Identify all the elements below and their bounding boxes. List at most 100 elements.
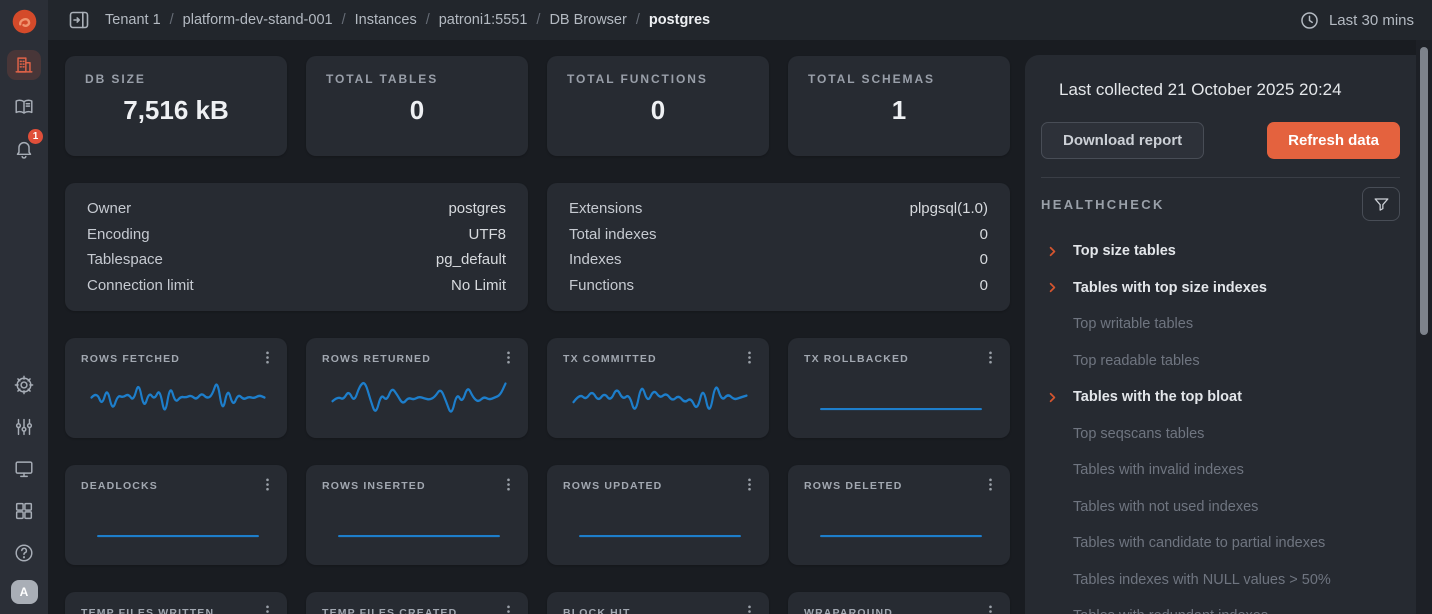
healthcheck-item[interactable]: Tables with top size indexes: [1041, 270, 1400, 307]
info-value: pg_default: [435, 251, 506, 269]
breadcrumb-item[interactable]: Tenant 1: [105, 12, 161, 28]
app-logo-icon[interactable]: [11, 8, 38, 35]
kebab-menu-icon[interactable]: [501, 604, 516, 614]
book-icon: [15, 99, 33, 114]
sidebar-item-help[interactable]: [7, 538, 41, 568]
chevron-right-icon: [1046, 391, 1060, 404]
metric-chart-title: ROWS UPDATED: [563, 480, 663, 492]
stat-card: TOTAL SCHEMAS 1: [788, 56, 1010, 156]
info-value: 0: [979, 276, 988, 294]
breadcrumb-item[interactable]: Instances: [355, 12, 417, 28]
time-range-selector[interactable]: Last 30 mins: [1299, 10, 1414, 31]
healthcheck-item-label: Tables with invalid indexes: [1073, 462, 1244, 479]
breadcrumb-separator: /: [536, 12, 541, 28]
monitor-icon: [15, 461, 33, 478]
user-avatar[interactable]: A: [10, 580, 38, 604]
kebab-menu-icon[interactable]: [742, 350, 757, 365]
kebab-menu-icon[interactable]: [501, 477, 516, 492]
breadcrumb-separator: /: [425, 12, 430, 28]
sliders-icon: [15, 418, 33, 436]
healthcheck-panel: Last collected 21 October 2025 20:24 Dow…: [1025, 55, 1416, 614]
breadcrumb-item[interactable]: platform-dev-stand-001: [183, 12, 333, 28]
metric-chart-card: ROWS INSERTED: [306, 465, 528, 565]
breadcrumb: Tenant 1 / platform-dev-stand-001 / Instance…: [105, 12, 710, 28]
dashboard-grid: DB SIZE 7,516 kB TOTAL TABLES 0 TOTAL FU…: [65, 56, 1010, 614]
info-value: plpgsql(1.0): [909, 200, 988, 217]
metric-chart-title: BLOCK HIT: [563, 607, 631, 614]
breadcrumb-item[interactable]: DB Browser: [549, 12, 626, 28]
metric-chart-card: WRAPAROUND: [788, 592, 1010, 614]
sparkline-chart: [81, 367, 275, 428]
metric-chart-card: TEMP FILES CREATED: [306, 592, 528, 614]
stat-value: 7,516 kB: [123, 95, 229, 125]
metric-chart-title: ROWS FETCHED: [81, 353, 181, 365]
info-row: Connection limit No Limit: [87, 277, 506, 294]
healthcheck-header: HEALTHCHECK: [1041, 187, 1400, 221]
breadcrumb-item[interactable]: patroni1:5551: [439, 12, 528, 28]
healthcheck-item[interactable]: Top seqscans tables: [1041, 416, 1400, 453]
metric-chart-card: ROWS DELETED: [788, 465, 1010, 565]
info-row: Extensions plpgsql(1.0): [569, 200, 988, 217]
sidebar-item-apps[interactable]: [7, 496, 41, 526]
info-label: Tablespace: [87, 251, 163, 269]
metric-chart-title: TX ROLLBACKED: [804, 353, 909, 365]
refresh-data-button[interactable]: Refresh data: [1267, 122, 1400, 159]
info-value: No Limit: [450, 276, 506, 294]
stat-value: 1: [891, 95, 907, 125]
healthcheck-item-label: Tables indexes with NULL values > 50%: [1073, 571, 1331, 588]
metric-chart-card: BLOCK HIT: [547, 592, 769, 614]
info-label: Connection limit: [87, 276, 194, 294]
sidebar-item-settings[interactable]: [7, 370, 41, 400]
stat-label: TOTAL SCHEMAS: [808, 72, 935, 86]
healthcheck-item[interactable]: Tables with redundant indexes: [1041, 598, 1400, 614]
sparkline-chart: [322, 494, 516, 555]
download-report-button[interactable]: Download report: [1041, 122, 1205, 159]
last-collected-text: Last collected 21 October 2025 20:24: [1059, 80, 1342, 99]
gear-icon: [14, 375, 34, 395]
sidebar-item-infrastructure[interactable]: [7, 50, 41, 80]
kebab-menu-icon[interactable]: [260, 604, 275, 614]
sidebar-item-docs[interactable]: [7, 92, 41, 122]
chevron-right-icon: [1046, 281, 1060, 294]
app-root: 1 A Tenant 1 / platform-dev-stand-001 / …: [0, 0, 1432, 614]
db-info-card: Extensions plpgsql(1.0) Total indexes 0 Inde…: [547, 183, 1010, 311]
healthcheck-item[interactable]: Tables with not used indexes: [1041, 489, 1400, 526]
kebab-menu-icon[interactable]: [501, 350, 516, 365]
filter-icon: [1374, 197, 1388, 211]
page-scrollbar[interactable]: [1416, 40, 1432, 614]
healthcheck-item[interactable]: Tables with the top bloat: [1041, 379, 1400, 416]
kebab-menu-icon[interactable]: [742, 604, 757, 614]
healthcheck-item[interactable]: Tables indexes with NULL values > 50%: [1041, 562, 1400, 599]
healthcheck-item-label: Top size tables: [1073, 243, 1176, 260]
healthcheck-item[interactable]: Top readable tables: [1041, 343, 1400, 380]
healthcheck-item[interactable]: Tables with candidate to partial indexes: [1041, 525, 1400, 562]
info-label: Extensions: [569, 200, 643, 217]
metric-chart-card: TEMP FILES WRITTEN: [65, 592, 287, 614]
healthcheck-item[interactable]: Top size tables: [1041, 233, 1400, 270]
healthcheck-title: HEALTHCHECK: [1041, 196, 1165, 212]
kebab-menu-icon[interactable]: [983, 477, 998, 492]
info-label: Owner: [87, 200, 132, 217]
healthcheck-item-label: Tables with redundant indexes: [1073, 608, 1268, 614]
metric-chart-card: ROWS FETCHED: [65, 338, 287, 438]
kebab-menu-icon[interactable]: [742, 477, 757, 492]
metric-chart-title: TEMP FILES WRITTEN: [81, 607, 215, 614]
kebab-menu-icon[interactable]: [260, 350, 275, 365]
healthcheck-item[interactable]: Tables with invalid indexes: [1041, 452, 1400, 489]
sidebar-item-preferences[interactable]: [7, 412, 41, 442]
sidebar-item-monitoring[interactable]: [7, 454, 41, 484]
sidebar-collapse-icon[interactable]: [67, 8, 91, 32]
healthcheck-item[interactable]: Top writable tables: [1041, 306, 1400, 343]
clock-icon: [1301, 11, 1318, 29]
chevron-right-icon: [1046, 245, 1060, 258]
sidebar-item-notifications[interactable]: 1: [7, 129, 43, 164]
time-range-label: Last 30 mins: [1328, 11, 1414, 29]
kebab-menu-icon[interactable]: [983, 604, 998, 614]
kebab-menu-icon[interactable]: [983, 350, 998, 365]
stat-card: DB SIZE 7,516 kB: [65, 56, 287, 156]
db-info-card: Owner postgres Encoding UTF8 Tablespace pg_de…: [65, 183, 528, 311]
kebab-menu-icon[interactable]: [260, 477, 275, 492]
scrollbar-thumb[interactable]: [1420, 47, 1428, 335]
healthcheck-filter-button[interactable]: [1362, 187, 1400, 221]
stat-card: TOTAL TABLES 0: [306, 56, 528, 156]
